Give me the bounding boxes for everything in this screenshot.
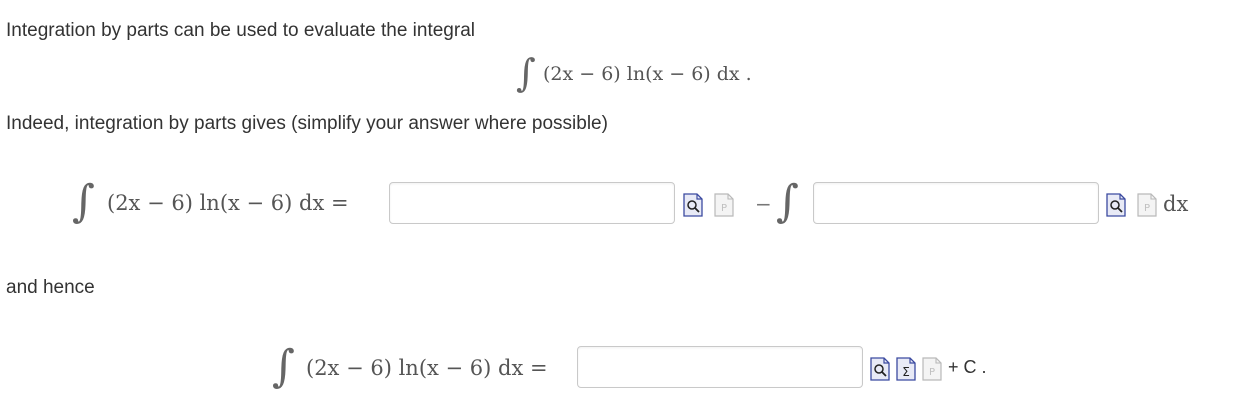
- minus-sign: −: [755, 192, 772, 216]
- instruction-text: Indeed, integration by parts gives (simp…: [6, 113, 608, 134]
- equation-editor-icon[interactable]: Σ: [896, 357, 916, 381]
- intro-text: Integration by parts can be used to eval…: [6, 20, 475, 41]
- syntax-help-icon[interactable]: P: [1137, 193, 1157, 217]
- integral-symbol: ∫: [272, 341, 295, 392]
- constant-suffix: + C .: [948, 357, 987, 377]
- hence-text: and hence: [6, 277, 95, 298]
- displayed-integrand: (2x − 6) ln(x − 6) dx .: [543, 63, 752, 85]
- integral-symbol: ∫: [72, 176, 95, 227]
- dx-suffix: dx: [1163, 192, 1189, 216]
- integral-symbol: ∫: [776, 176, 799, 227]
- syntax-help-icon[interactable]: P: [714, 193, 734, 217]
- svg-text:P: P: [929, 367, 935, 378]
- integral-symbol: ∫: [516, 51, 536, 95]
- lhs-expression: (2x − 6) ln(x − 6) dx =: [306, 356, 548, 380]
- preview-icon[interactable]: [683, 193, 703, 217]
- svg-text:P: P: [1144, 203, 1150, 214]
- preview-icon[interactable]: [1106, 193, 1126, 217]
- final-result-input[interactable]: [577, 346, 863, 388]
- uv-part-input[interactable]: [389, 182, 675, 224]
- svg-text:P: P: [721, 203, 727, 214]
- preview-icon[interactable]: [870, 357, 890, 381]
- lhs-expression: (2x − 6) ln(x − 6) dx =: [107, 191, 349, 215]
- syntax-help-icon[interactable]: P: [922, 357, 942, 381]
- integral-part-input[interactable]: [813, 182, 1099, 224]
- svg-text:Σ: Σ: [902, 365, 910, 379]
